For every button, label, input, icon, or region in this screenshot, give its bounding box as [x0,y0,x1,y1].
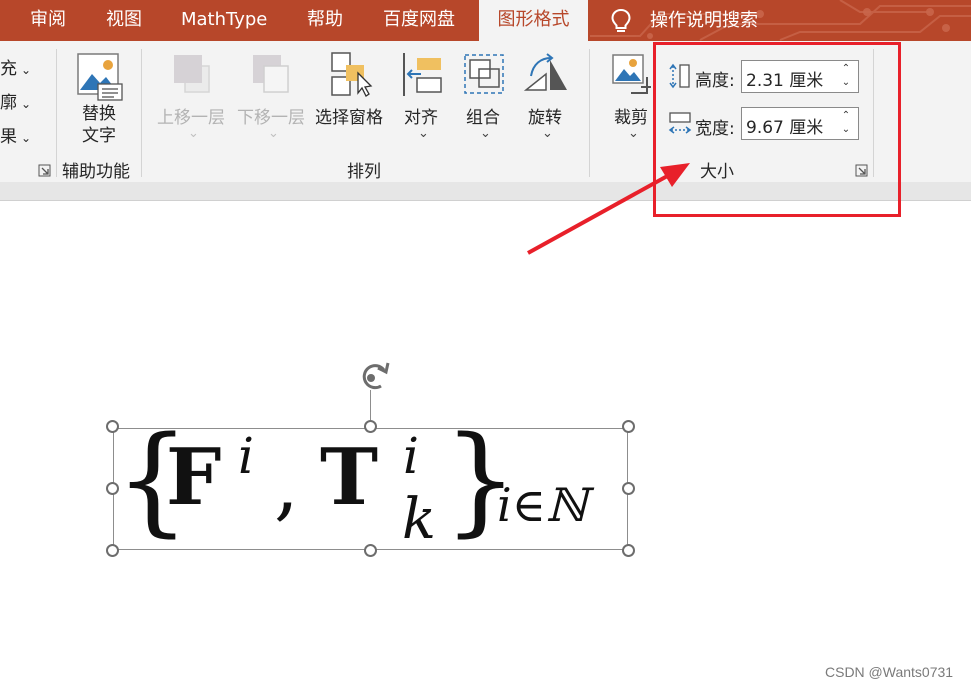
ribbon-tab-bar: 审阅 视图 MathType 帮助 百度网盘 图形格式 操作说明搜索 [0,0,971,41]
formula-index-set: i∈ℕ [497,478,588,532]
crop-dropdown[interactable]: ⌄ [628,126,639,141]
resize-handle-top-left[interactable] [106,420,119,433]
formula-bold-T: T [320,432,379,523]
shape-styles-dialog-launcher-icon[interactable] [38,164,51,177]
tab-review[interactable]: 审阅 [30,0,66,41]
tab-mathtype[interactable]: MathType [181,0,267,41]
formula-superscript-i: i [238,427,254,485]
group-title-accessibility: 辅助功能 [62,162,130,182]
rotate-dropdown[interactable]: ⌄ [542,126,553,141]
tab-help[interactable]: 帮助 [307,0,343,41]
group-objects-icon[interactable] [462,52,508,98]
shape-effects-partial[interactable]: 果 ⌄ [0,122,31,147]
crop-label[interactable]: 裁剪 [614,103,648,128]
alt-text-button-label[interactable]: 替换 文字 [76,103,122,147]
rotate-icon[interactable] [523,52,571,98]
bring-forward-icon [174,55,210,93]
resize-handle-middle-right[interactable] [622,482,635,495]
shape-fill-partial[interactable]: 充 ⌄ [0,54,31,79]
resize-handle-top-center[interactable] [364,420,377,433]
crop-icon[interactable] [611,53,655,97]
tell-me-search[interactable]: 操作说明搜索 [610,0,758,41]
resize-handle-bottom-right[interactable] [622,544,635,557]
alt-text-icon[interactable] [76,52,124,102]
shape-outline-partial[interactable]: 廓 ⌄ [0,88,31,113]
align-label[interactable]: 对齐 [404,103,438,128]
tell-me-label: 操作说明搜索 [650,9,758,31]
tab-view[interactable]: 视图 [106,0,142,41]
align-dropdown[interactable]: ⌄ [418,126,429,141]
annotation-arrow-icon [527,163,690,255]
formula-subscript-k: k [402,487,436,552]
resize-handle-middle-left[interactable] [106,482,119,495]
send-backward-label: 下移一层 [237,108,305,128]
resize-handle-top-right[interactable] [622,420,635,433]
formula-comma: , [274,440,299,530]
formula-bold-F: F [166,432,222,523]
group-objects-label[interactable]: 组合 [466,103,500,128]
watermark: CSDN @Wants0731 [825,664,954,680]
selection-pane-icon[interactable] [330,51,376,99]
group-title-arrange: 排列 [347,162,381,182]
resize-handle-bottom-left[interactable] [106,544,119,557]
rotate-handle-icon[interactable] [354,358,396,394]
resize-handle-bottom-center[interactable] [364,544,377,557]
send-backward-dropdown: ⌄ [268,126,279,141]
selection-pane-label[interactable]: 选择窗格 [315,103,383,128]
align-icon[interactable] [401,52,445,98]
send-backward-icon [253,55,289,93]
group-divider [56,49,57,177]
lightbulb-icon [611,8,631,32]
group-divider [141,49,142,177]
rotate-label[interactable]: 旋转 [528,103,562,128]
group-objects-dropdown[interactable]: ⌄ [480,126,491,141]
tab-shape-format[interactable]: 图形格式 [479,0,588,41]
bring-forward-dropdown: ⌄ [188,126,199,141]
bring-forward-label: 上移一层 [157,108,225,128]
tab-baidu-netdisk[interactable]: 百度网盘 [383,0,455,41]
formula-superscript-i-2: i [403,427,419,485]
